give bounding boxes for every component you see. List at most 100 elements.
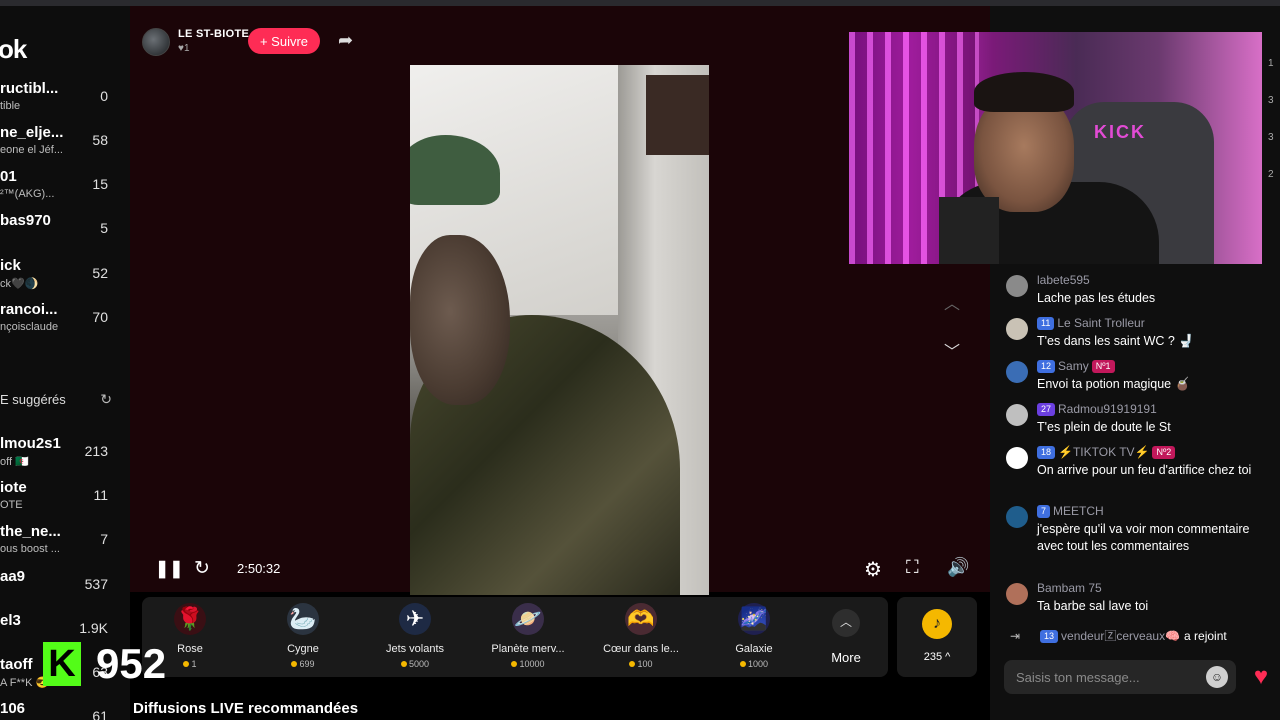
chat-username[interactable]: ⚡TIKTOK TV⚡ [1058, 445, 1149, 459]
heart-icon[interactable]: ♥ [1246, 662, 1276, 692]
chat-text: On arrive pour un feu d'artifice chez to… [1037, 463, 1252, 477]
account-subtitle: ous boost ... [0, 543, 60, 555]
video-person-face [410, 235, 510, 405]
chat-avatar[interactable] [1006, 275, 1028, 297]
account-name: lmou2s1 [0, 435, 61, 452]
sidebar-account[interactable]: bas970 5 [0, 212, 120, 252]
creator-avatar[interactable] [142, 28, 170, 56]
chat-text: T'es plein de doute le St [1037, 420, 1171, 434]
chat-header: 11 Le Saint Trolleur [1037, 316, 1145, 330]
chat-header: 27 Radmou91919191 [1037, 402, 1157, 416]
account-name: iote [0, 479, 27, 496]
viewer-count: 15 [92, 176, 108, 192]
sidebar-account[interactable]: 01 ²™(AKG)... 15 [0, 168, 120, 208]
gift-price-value: 699 [299, 659, 315, 669]
refresh-icon[interactable]: ↻ [194, 557, 210, 580]
more-gifts-button[interactable]: More [812, 650, 880, 665]
chat-text: T'es dans les saint WC ? 🚽 [1037, 334, 1194, 348]
coin-icon [629, 661, 636, 667]
scroll-number: 3 [1268, 132, 1274, 143]
chat-header: 12 Samy Nº1 [1037, 359, 1115, 373]
gift-price-value: 1000 [747, 659, 769, 669]
account-subtitle: ²™(AKG)... [0, 188, 55, 200]
gift-item[interactable]: 🫶 Cœur dans le... 100 [591, 603, 691, 673]
gift-name: Cœur dans le... [603, 643, 679, 655]
suggested-account[interactable]: lmou2s1 off 🇩🇿 213 [0, 435, 120, 475]
chat-avatar[interactable] [1006, 361, 1028, 383]
chat-username[interactable]: Bambam 75 [1037, 581, 1102, 595]
chat-avatar[interactable] [1006, 318, 1028, 340]
gift-name: Planète merv... [491, 643, 565, 655]
gift-icon: ✈ [399, 603, 431, 635]
volume-icon[interactable]: 🔊 [947, 557, 969, 578]
gift-price-value: 100 [637, 659, 653, 669]
follow-button[interactable]: + Suivre [248, 28, 320, 54]
chat-avatar[interactable] [1006, 583, 1028, 605]
pause-icon[interactable]: ❚❚ [155, 559, 184, 579]
chat-username[interactable]: Samy [1058, 359, 1089, 373]
chevron-up-icon[interactable]: ︿ [832, 609, 860, 637]
gift-item[interactable]: 🪐 Planète merv... 10000 [478, 603, 578, 673]
emoji-icon[interactable]: ☺ [1206, 666, 1228, 688]
logo[interactable]: ok [0, 34, 27, 65]
creator-name[interactable]: LE ST-BIOTE [178, 28, 249, 40]
live-video[interactable] [410, 65, 709, 595]
sidebar-account[interactable]: ne_elje... eone el Jéf... 58 [0, 124, 120, 164]
join-text: a rejoint [1184, 629, 1227, 643]
enter-icon: ⇥ [1010, 629, 1021, 643]
refresh-icon[interactable]: ↻ [100, 391, 112, 408]
join-user[interactable]: vendeur🅉cerveaux🧠 [1061, 629, 1180, 643]
chat-username[interactable]: Le Saint Trolleur [1057, 316, 1144, 330]
chat-avatar[interactable] [1006, 404, 1028, 426]
chat-header: Bambam 75 [1037, 581, 1102, 595]
suggested-account[interactable]: iote OTE 11 [0, 479, 120, 519]
level-badge: 7 [1037, 505, 1051, 518]
suggested-account[interactable]: aa9 537 [0, 568, 120, 608]
chat-avatar[interactable] [1006, 447, 1028, 469]
sidebar-account[interactable]: ick ck🖤🌒 52 [0, 257, 120, 297]
coin-icon [291, 661, 298, 667]
scroll-number: 1 [1268, 58, 1274, 69]
viewer-count: 1.9K [79, 620, 108, 636]
gift-bar: 🌹 Rose 1 🦢 Cygne 699 ✈ Jets volants 5000 🪐 Planète… [142, 597, 888, 677]
share-icon[interactable]: ➦ [338, 30, 358, 50]
chat-username[interactable]: Radmou91919191 [1058, 402, 1157, 416]
account-name: el3 [0, 612, 21, 629]
account-subtitle: eone el Jéf... [0, 144, 63, 156]
suggested-account[interactable]: 106 61 [0, 700, 120, 720]
chat-input[interactable] [1004, 660, 1236, 694]
gift-price-value: 5000 [408, 659, 430, 669]
sidebar-account[interactable]: rancoi... nçoisclaude 70 [0, 301, 120, 341]
gift-name: Jets volants [385, 643, 445, 655]
gift-price: 699 [253, 659, 353, 669]
settings-icon[interactable]: ⚙ [864, 557, 882, 582]
coin-icon [511, 661, 518, 667]
viewer-count: 61 [92, 708, 108, 720]
kick-viewer-count: 952 [96, 640, 167, 687]
chevron-up-icon[interactable]: ︿ [944, 290, 960, 314]
chat-text: j'espère qu'il va voir mon commentaire a… [1037, 522, 1250, 553]
account-name: ick [0, 257, 21, 274]
gift-icon: 🫶 [625, 603, 657, 635]
account-name: 01 [0, 168, 17, 185]
viewer-count: 213 [84, 443, 108, 459]
suggested-account[interactable]: the_ne... ous boost ... 7 [0, 523, 120, 563]
scroll-number: 2 [1268, 169, 1274, 180]
gift-icon: 🌌 [738, 603, 770, 635]
fullscreen-icon[interactable]: ⛶ [906, 557, 919, 578]
viewer-count: 0 [100, 88, 108, 104]
coins-balance: 235 ^ [923, 651, 951, 663]
chat-username[interactable]: MEETCH [1053, 504, 1104, 518]
creator-likes: ♥1 [178, 43, 190, 54]
gift-item[interactable]: ✈ Jets volants 5000 [365, 603, 465, 673]
sidebar-account[interactable]: ructibl... tible 0 [0, 80, 120, 120]
chat-avatar[interactable] [1006, 506, 1028, 528]
recommended-lives-title: Diffusions LIVE recommandées [133, 700, 359, 717]
chat-username[interactable]: labete595 [1037, 273, 1090, 287]
gift-item[interactable]: 🦢 Cygne 699 [253, 603, 353, 673]
chevron-down-icon[interactable]: ﹀ [944, 338, 960, 362]
gift-item[interactable]: 🌌 Galaxie 1000 [704, 603, 804, 673]
chat-header: 7 MEETCH [1037, 504, 1104, 518]
gift-name: Galaxie [735, 643, 773, 655]
coins-recharge[interactable]: ♪ 235 ^ [897, 597, 977, 677]
